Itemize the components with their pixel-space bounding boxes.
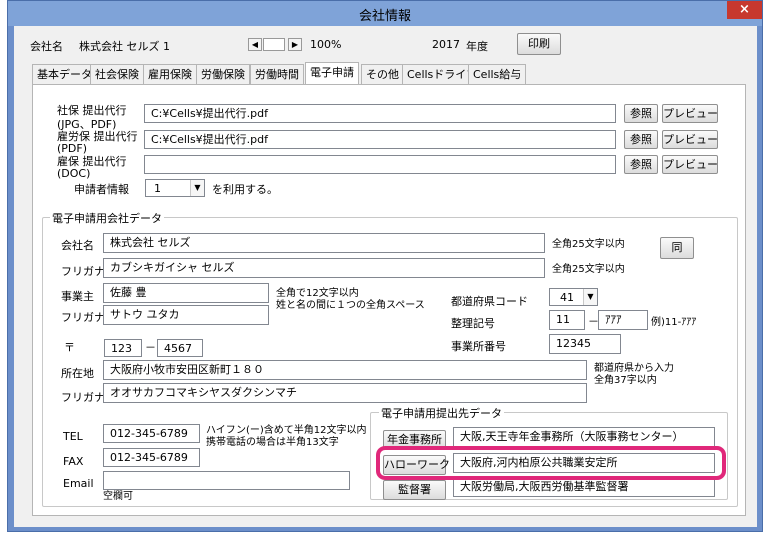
- owner-kana-input[interactable]: サトウ ユタカ: [103, 305, 269, 325]
- postal-label: 〒: [64, 341, 75, 354]
- proxy-row1-browse-button[interactable]: 参照: [624, 104, 658, 123]
- zoom-increase-button[interactable]: ▶: [288, 38, 302, 51]
- proxy-row2-browse-button[interactable]: 参照: [624, 130, 658, 149]
- company-name-note: 全角25文字以内: [552, 239, 625, 250]
- email-input[interactable]: [103, 471, 350, 490]
- tel-note-2: 携帯電話の場合は半角13文字: [206, 437, 339, 448]
- tab-social-insurance[interactable]: 社会保険: [90, 64, 144, 84]
- office-number-input[interactable]: 12345: [549, 334, 621, 354]
- ref-sign-number-input[interactable]: 11: [549, 310, 585, 330]
- proxy-row1-preview-button[interactable]: プレビュー: [662, 104, 718, 123]
- owner-note-2: 姓と名の間に１つの全角スペース: [276, 300, 425, 311]
- address-label: 所在地: [61, 367, 94, 380]
- proxy-row1-input[interactable]: C:¥Cells¥提出代行.pdf: [144, 104, 616, 123]
- company-name-label: 会社名: [61, 239, 94, 252]
- labor-inspection-button[interactable]: 監督署: [383, 480, 446, 500]
- pref-code-label: 都道府県コード: [451, 295, 528, 308]
- company-name-input[interactable]: 株式会社 セルズ: [103, 233, 545, 253]
- fax-input[interactable]: 012-345-6789: [103, 448, 200, 467]
- company-label: 会社名: [30, 40, 63, 53]
- address-note-2: 全角37字以内: [594, 375, 657, 386]
- applicant-label: 申請者情報: [74, 183, 129, 196]
- email-note: 空欄可: [103, 491, 133, 502]
- tel-note-1: ハイフン(ー)含めて半角12文字以内: [206, 425, 367, 436]
- zoom-level: 100%: [310, 38, 342, 51]
- owner-note-1: 全角で12文字以内: [276, 288, 359, 299]
- proxy-row3-browse-button[interactable]: 参照: [624, 155, 658, 174]
- year-label: 年度: [466, 40, 488, 53]
- address-kana-label: フリガナ: [61, 391, 105, 404]
- tab-working-hours[interactable]: 労働時間: [250, 64, 304, 84]
- proxy-row3-input[interactable]: [144, 155, 616, 174]
- applicant-suffix: を利用する。: [212, 183, 278, 196]
- email-label: Email: [63, 477, 94, 490]
- labor-inspection-input[interactable]: 大阪労働局,大阪西労働基準監督署: [453, 477, 715, 497]
- address-kana-input[interactable]: オオサカフコマキシヤスダクシンマチ: [103, 383, 587, 403]
- tab-electronic-application[interactable]: 電子申請: [305, 62, 359, 85]
- owner-label: 事業主: [61, 290, 94, 303]
- applicant-select-value: 1: [154, 182, 161, 195]
- close-button[interactable]: ×: [727, 1, 762, 19]
- title-bar: 会社情報: [8, 1, 762, 26]
- pref-code-value: 41: [560, 291, 574, 304]
- ref-sign-label: 整理記号: [451, 317, 495, 330]
- tab-cells-payroll[interactable]: Cells給与: [468, 64, 527, 84]
- company-kana-note: 全角25文字以内: [552, 264, 625, 275]
- company-name-display: 株式会社 セルズ 1: [79, 40, 170, 53]
- applicant-select[interactable]: 1 ▼: [145, 179, 205, 197]
- postal-code-2-input[interactable]: 4567: [157, 339, 203, 357]
- office-number-label: 事業所番号: [451, 340, 506, 353]
- print-button[interactable]: 印刷: [517, 33, 561, 55]
- tel-label: TEL: [63, 430, 83, 443]
- year-value: 2017: [432, 38, 460, 51]
- zoom-slider[interactable]: [263, 38, 285, 51]
- address-input[interactable]: 大阪府小牧市安田区新町１８０: [103, 360, 587, 380]
- postal-dash: －: [145, 341, 156, 354]
- company-data-group-title: 電子申請用会社データ: [50, 210, 164, 226]
- company-kana-input[interactable]: カブシキガイシャ セルズ: [103, 258, 545, 278]
- tel-input[interactable]: 012-345-6789: [103, 424, 200, 443]
- highlight-frame: [376, 446, 726, 480]
- tab-employment-insurance[interactable]: 雇用保険: [143, 64, 197, 84]
- submit-destination-group-title: 電子申請用提出先データ: [379, 405, 504, 421]
- window-title: 会社情報: [358, 9, 411, 24]
- pension-office-input[interactable]: 大阪,天王寺年金事務所（大阪事務センター）: [453, 427, 715, 447]
- postal-code-1-input[interactable]: 123: [104, 339, 142, 357]
- proxy-row2-preview-button[interactable]: プレビュー: [662, 130, 718, 149]
- tab-other[interactable]: その他: [361, 64, 404, 84]
- chevron-down-icon: ▼: [190, 180, 204, 196]
- fax-label: FAX: [63, 455, 84, 468]
- proxy-row2-input[interactable]: C:¥Cells¥提出代行.pdf: [144, 130, 616, 149]
- tab-labor-insurance[interactable]: 労働保険: [196, 64, 250, 84]
- same-button[interactable]: 同: [660, 237, 694, 259]
- ref-sign-kana-input[interactable]: ｱｱｱ: [598, 310, 648, 330]
- chevron-down-icon: ▼: [583, 289, 597, 305]
- owner-kana-label: フリガナ: [61, 311, 105, 324]
- proxy-row3-sublabel: (DOC): [57, 167, 91, 180]
- ref-sign-example: 例)11-ｱｱｱ: [651, 317, 697, 328]
- pref-code-select[interactable]: 41 ▼: [549, 288, 598, 306]
- zoom-decrease-button[interactable]: ◀: [248, 38, 262, 51]
- address-note-1: 都道府県から入力: [594, 363, 674, 374]
- tab-basic-data[interactable]: 基本データ: [32, 64, 97, 84]
- company-kana-label: フリガナ: [61, 265, 105, 278]
- proxy-row3-preview-button[interactable]: プレビュー: [662, 155, 718, 174]
- owner-name-input[interactable]: 佐藤 豊: [103, 283, 269, 303]
